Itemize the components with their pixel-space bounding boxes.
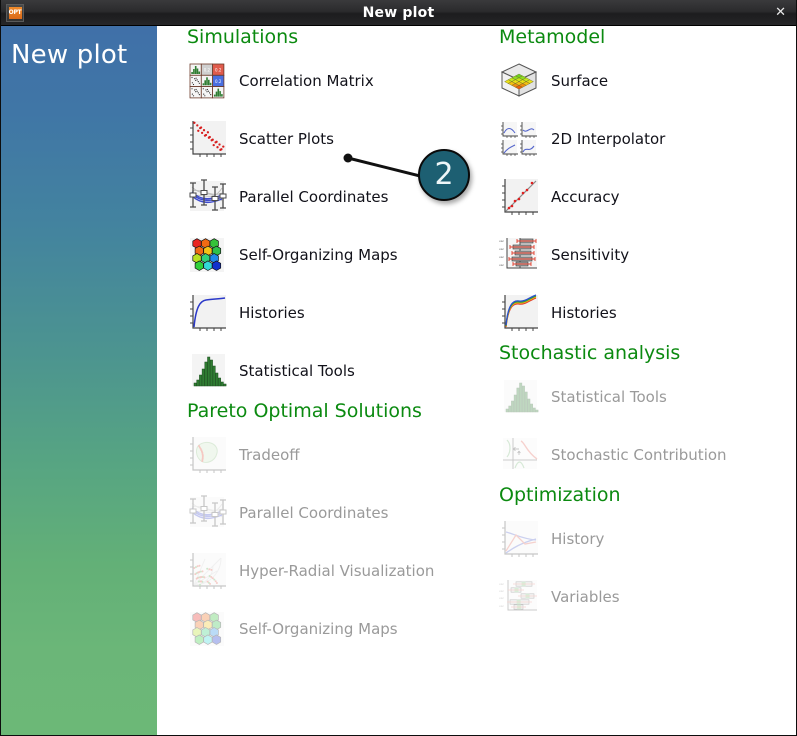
- app-icon-text: OPT: [8, 6, 22, 19]
- section-heading: Stochastic analysis: [499, 342, 681, 364]
- plot-item-label: Self-Organizing Maps: [239, 620, 398, 638]
- sensitivity-bars-icon: var var var var: [499, 235, 539, 275]
- section-stochastic-analysis: Stochastic analysis Statistical Tools Stoc…: [499, 342, 796, 484]
- svg-text:var: var: [499, 239, 505, 243]
- histogram-icon: [499, 377, 539, 417]
- plot-item-statistical-tools: Statistical Tools: [499, 368, 796, 426]
- svg-text:var: var: [499, 263, 505, 267]
- history-curve-icon: [187, 293, 227, 333]
- plot-item-self-organizing-maps: Self-Organizing Maps: [187, 600, 497, 658]
- window-body: New plot Simulations 0.2 0.2 0.2 Correlation…: [1, 26, 796, 735]
- svg-text:var: var: [499, 589, 505, 593]
- plot-item-label: Correlation Matrix: [239, 72, 374, 90]
- plot-item-statistical-tools[interactable]: Statistical Tools: [187, 342, 497, 400]
- plot-item-label: Stochastic Contribution: [551, 446, 727, 464]
- plot-item-label: Surface: [551, 72, 609, 90]
- plot-item-history: History: [499, 510, 796, 568]
- optimization-history-icon: [499, 519, 539, 559]
- svg-text:var: var: [499, 582, 505, 586]
- histogram-icon: [187, 351, 227, 391]
- plot-item-sensitivity[interactable]: var var var var Sensitivity: [499, 226, 796, 284]
- plot-item-label: Histories: [551, 304, 617, 322]
- plot-item-label: History: [551, 530, 605, 548]
- plot-item-label: Tradeoff: [239, 446, 300, 464]
- plot-item-accuracy[interactable]: Accuracy: [499, 168, 796, 226]
- plot-item-parallel-coordinates: Parallel Coordinates: [187, 484, 497, 542]
- sidebar: New plot: [1, 26, 157, 735]
- plot-item-label: Statistical Tools: [239, 362, 355, 380]
- plot-item-label: Scatter Plots: [239, 130, 334, 148]
- new-plot-window: OPT New plot ✕ New plot Simulations 0.2 0.…: [0, 0, 797, 736]
- surface-3d-icon: [499, 61, 539, 101]
- svg-text:var: var: [499, 247, 505, 251]
- plot-item-scatter-plots[interactable]: Scatter Plots: [187, 110, 497, 168]
- plot-item-label: Variables: [551, 588, 620, 606]
- section-simulations: Simulations 0.2 0.2 0.2 Correlation Matrix Sc…: [187, 26, 497, 400]
- window-titlebar: OPT New plot ✕: [1, 0, 796, 26]
- parallel-coordinates-icon: [187, 177, 227, 217]
- svg-text:var: var: [499, 596, 505, 600]
- svg-text:0.2: 0.2: [215, 79, 222, 84]
- scatter-plot-icon: [187, 119, 227, 159]
- plot-item-label: Self-Organizing Maps: [239, 246, 398, 264]
- correlation-matrix-icon: 0.2 0.2 0.2: [187, 61, 227, 101]
- sidebar-title: New plot: [11, 40, 128, 70]
- plot-item-histories[interactable]: Histories: [187, 284, 497, 342]
- section-heading: Metamodel: [499, 26, 606, 48]
- plot-item-label: 2D Interpolator: [551, 130, 666, 148]
- self-organizing-map-icon: [187, 609, 227, 649]
- plot-type-chooser: Simulations 0.2 0.2 0.2 Correlation Matrix Sc…: [157, 26, 796, 735]
- tradeoff-icon: [187, 435, 227, 475]
- interpolator-2d-icon: [499, 119, 539, 159]
- plot-item-variables: var var var var Variables: [499, 568, 796, 626]
- self-organizing-map-icon: [187, 235, 227, 275]
- plot-item-surface[interactable]: Surface: [499, 52, 796, 110]
- plot-item-parallel-coordinates[interactable]: Parallel Coordinates: [187, 168, 497, 226]
- column-right: Metamodel Surface 2D Interpolator Accuracy v…: [499, 26, 796, 626]
- svg-text:0.2: 0.2: [215, 68, 222, 73]
- svg-text:var: var: [499, 255, 505, 259]
- variables-bars-icon: var var var var: [499, 577, 539, 617]
- parallel-coordinates-icon: [187, 493, 227, 533]
- window-title: New plot: [362, 4, 435, 21]
- stochastic-contribution-icon: [499, 435, 539, 475]
- section-metamodel: Metamodel Surface 2D Interpolator Accuracy v…: [499, 26, 796, 342]
- section-pareto-optimal-solutions: Pareto Optimal Solutions Tradeoff Parallel…: [187, 400, 497, 658]
- plot-item-stochastic-contribution: Stochastic Contribution: [499, 426, 796, 484]
- plot-item-label: Statistical Tools: [551, 388, 667, 406]
- plot-item-label: Parallel Coordinates: [239, 188, 389, 206]
- app-opt-icon: OPT: [6, 3, 24, 22]
- plot-item-tradeoff: Tradeoff: [187, 426, 497, 484]
- history-multi-icon: [499, 293, 539, 333]
- plot-item-label: Histories: [239, 304, 305, 322]
- accuracy-scatter-icon: [499, 177, 539, 217]
- plot-item-hyper-radial-visualization: Hyper-Radial Visualization: [187, 542, 497, 600]
- section-heading: Optimization: [499, 484, 621, 506]
- close-icon[interactable]: ✕: [775, 6, 786, 19]
- svg-text:var: var: [499, 604, 505, 608]
- plot-item-label: Sensitivity: [551, 246, 630, 264]
- plot-item-histories[interactable]: Histories: [499, 284, 796, 342]
- hyper-radial-icon: [187, 551, 227, 591]
- plot-item-self-organizing-maps[interactable]: Self-Organizing Maps: [187, 226, 497, 284]
- plot-item-label: Parallel Coordinates: [239, 504, 389, 522]
- section-optimization: Optimization History var var var var Variables: [499, 484, 796, 626]
- svg-text:0.2: 0.2: [204, 68, 211, 73]
- plot-item-label: Accuracy: [551, 188, 620, 206]
- section-heading: Simulations: [187, 26, 299, 48]
- plot-item-correlation-matrix[interactable]: 0.2 0.2 0.2 Correlation Matrix: [187, 52, 497, 110]
- section-heading: Pareto Optimal Solutions: [187, 400, 422, 422]
- column-left: Simulations 0.2 0.2 0.2 Correlation Matrix Sc…: [187, 26, 497, 658]
- plot-item-2d-interpolator[interactable]: 2D Interpolator: [499, 110, 796, 168]
- plot-item-label: Hyper-Radial Visualization: [239, 562, 435, 580]
